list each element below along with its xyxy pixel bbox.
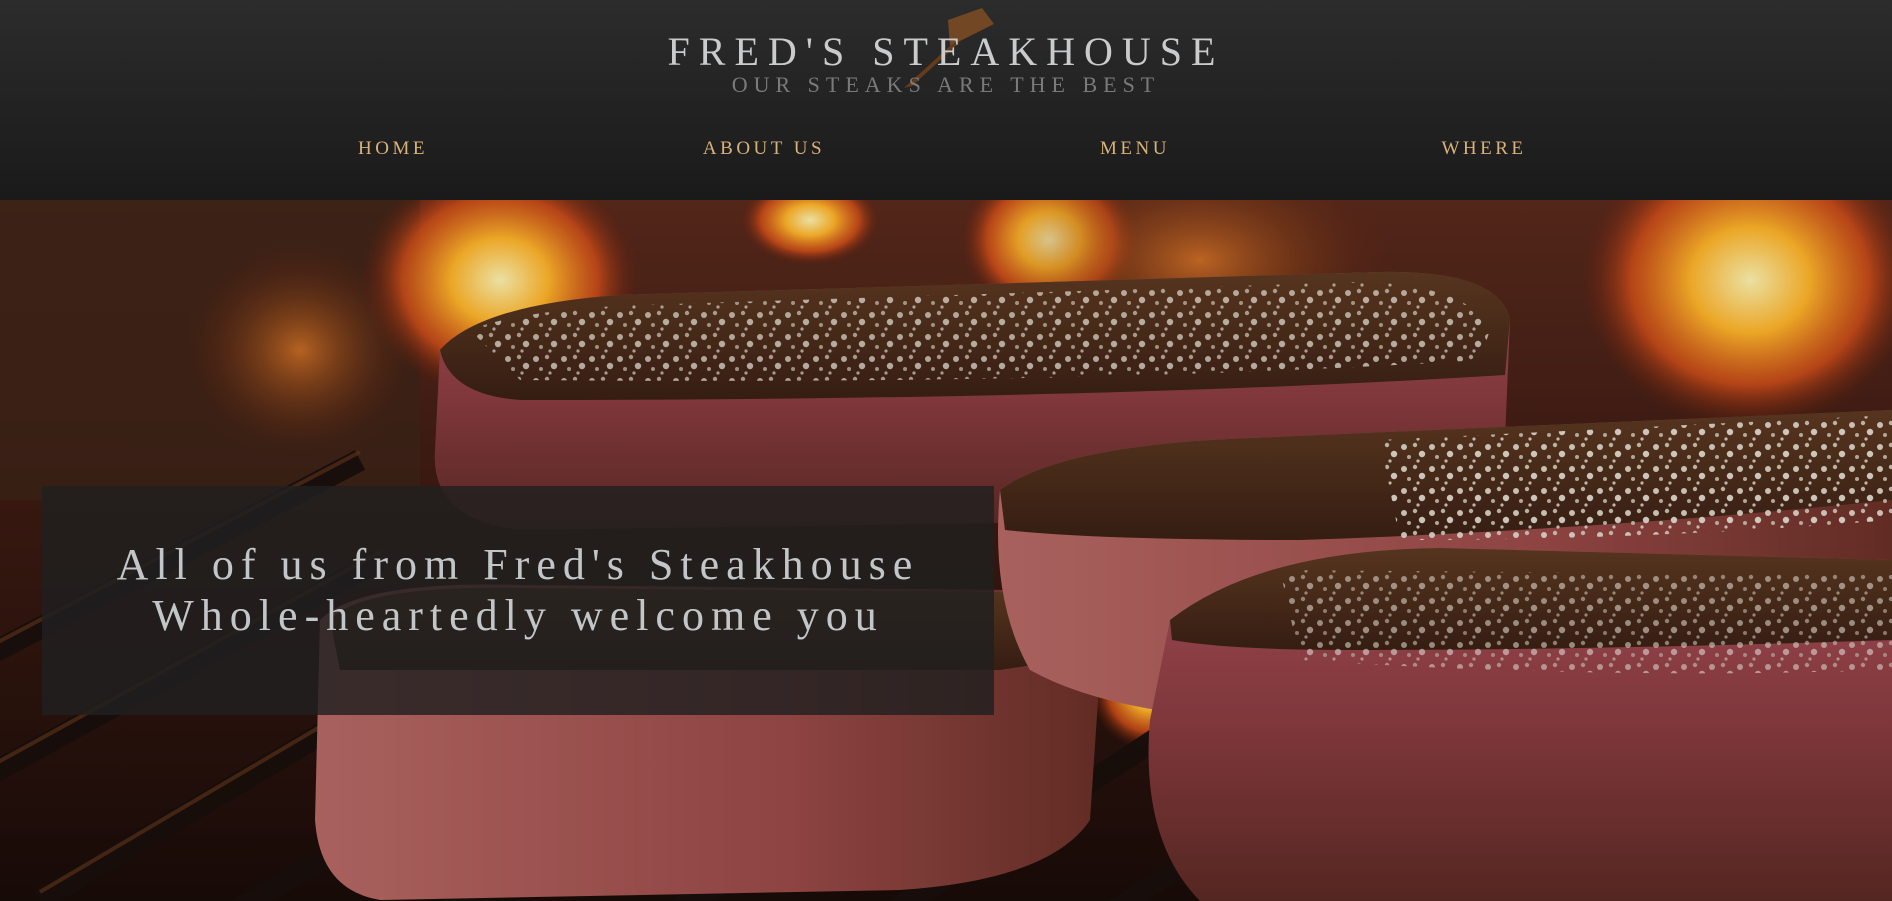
nav-link-where[interactable]: WHERE xyxy=(1441,136,1526,162)
main-nav: HOME ABOUT US MENU WHERE xyxy=(0,136,1892,166)
welcome-message: All of us from Fred's Steakhouse Whole-h… xyxy=(116,539,920,640)
site-title[interactable]: FRED'S STEAKHOUSE xyxy=(0,28,1892,76)
site-tagline: OUR STEAKS ARE THE BEST xyxy=(731,72,1161,97)
welcome-banner: All of us from Fred's Steakhouse Whole-h… xyxy=(42,486,994,715)
site-header: FRED'S STEAKHOUSE OUR STEAKS ARE THE BES… xyxy=(0,0,1892,200)
nav-link-home[interactable]: HOME xyxy=(358,136,428,162)
nav-link-menu[interactable]: MENU xyxy=(1100,136,1170,162)
nav-link-about-us[interactable]: ABOUT US xyxy=(703,136,825,162)
